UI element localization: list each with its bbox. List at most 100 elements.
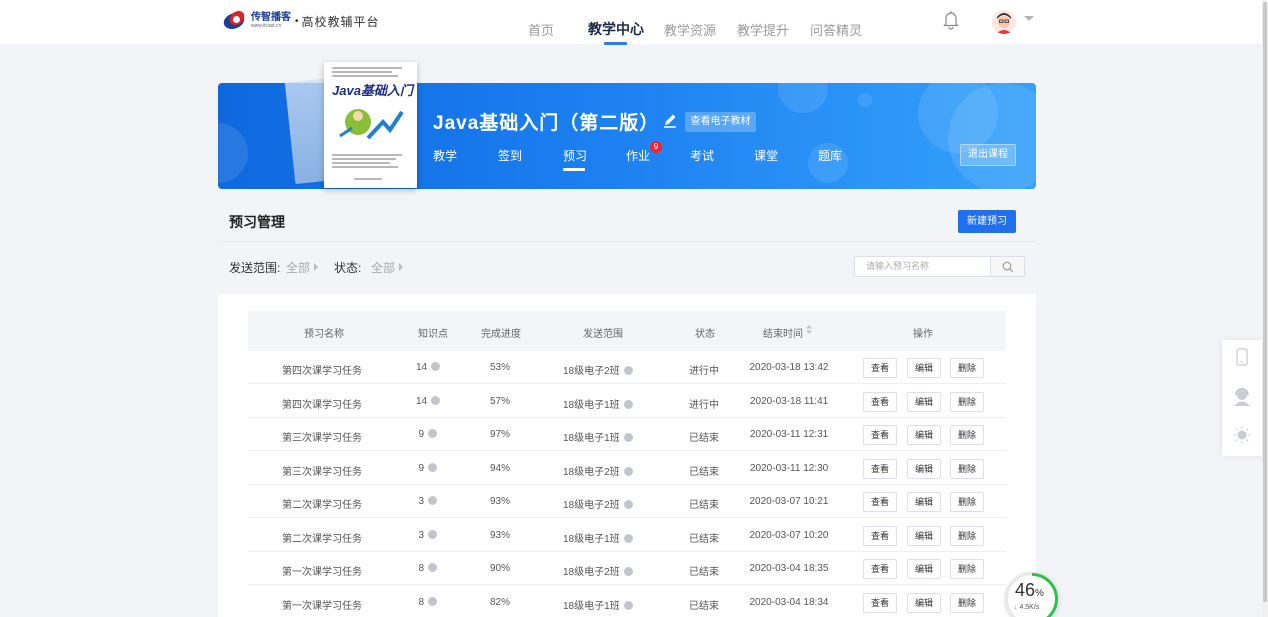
edit-button[interactable]: 编辑 bbox=[907, 358, 941, 378]
cell-points: 3 bbox=[419, 529, 438, 541]
cell-name-value: 第三次课学习任务 bbox=[282, 466, 362, 478]
phone-icon[interactable] bbox=[1236, 348, 1248, 366]
delete-button[interactable]: 删除 bbox=[950, 525, 984, 546]
view-button[interactable]: 查看 bbox=[863, 391, 897, 412]
divider bbox=[218, 241, 1036, 242]
column-header-status: 状态 bbox=[695, 329, 715, 340]
info-icon[interactable] bbox=[431, 395, 441, 405]
cell-name: 第四次课学习任务 bbox=[282, 362, 362, 377]
nav-teaching-center[interactable]: 教学中心 bbox=[588, 19, 644, 39]
nav-home[interactable]: 首页 bbox=[528, 20, 554, 39]
cell-progress: 94% bbox=[490, 463, 510, 474]
tab-checkin[interactable]: 签到 bbox=[498, 147, 522, 164]
chevron-right-icon[interactable] bbox=[314, 263, 318, 271]
speed-percent-unit: % bbox=[1035, 588, 1044, 599]
tab-classroom[interactable]: 课堂 bbox=[754, 147, 778, 164]
bell-icon[interactable] bbox=[943, 10, 959, 30]
info-icon[interactable] bbox=[623, 366, 633, 375]
column-header-end-time[interactable]: 结束时间 bbox=[763, 325, 803, 340]
delete-button[interactable]: 删除 bbox=[950, 592, 984, 613]
homework-badge: 9 bbox=[650, 141, 662, 153]
delete-button[interactable]: 删除 bbox=[950, 458, 984, 479]
view-button[interactable]: 查看 bbox=[863, 458, 897, 479]
info-icon[interactable] bbox=[428, 563, 438, 572]
view-button[interactable]: 查看 bbox=[863, 525, 897, 546]
info-icon[interactable] bbox=[623, 533, 633, 543]
idea-icon[interactable] bbox=[1233, 426, 1251, 444]
info-icon[interactable] bbox=[623, 466, 633, 476]
edit-icon[interactable] bbox=[662, 112, 678, 128]
edit-button[interactable]: 编辑 bbox=[907, 425, 941, 445]
search-input[interactable]: 请输入预习名称 bbox=[854, 256, 991, 277]
info-icon[interactable] bbox=[428, 462, 438, 472]
chevron-right-icon[interactable] bbox=[399, 263, 403, 271]
cell-scope: 18级电子2班 bbox=[563, 463, 633, 478]
view-button[interactable]: 查看 bbox=[863, 592, 897, 613]
nav-resources[interactable]: 教学资源 bbox=[664, 20, 716, 39]
logo[interactable]: 传智播客 www.itcast.cn • 高校教辅平台 bbox=[221, 11, 380, 31]
tab-exam[interactable]: 考试 bbox=[690, 147, 714, 164]
column-header-points: 知识点 bbox=[418, 329, 448, 340]
cell-points: 8 bbox=[418, 596, 438, 608]
info-icon[interactable] bbox=[623, 500, 633, 509]
edit-button[interactable]: 编辑 bbox=[907, 458, 941, 479]
view-button[interactable]: 查看 bbox=[863, 559, 897, 579]
delete-button[interactable]: 删除 bbox=[950, 358, 984, 378]
cell-status: 已结束 bbox=[689, 530, 719, 545]
info-icon[interactable] bbox=[623, 433, 633, 442]
info-icon[interactable] bbox=[428, 429, 438, 438]
tab-question-bank[interactable]: 题库 bbox=[818, 147, 842, 164]
cell-progress-value: 94% bbox=[490, 462, 511, 474]
scrollbar-thumb[interactable] bbox=[1263, 2, 1267, 602]
delete-button[interactable]: 删除 bbox=[950, 492, 984, 512]
cell-points-value: 9 bbox=[418, 462, 425, 474]
sort-icon[interactable] bbox=[805, 324, 813, 335]
cell-progress: 93% bbox=[490, 530, 510, 541]
support-icon[interactable] bbox=[1233, 388, 1251, 406]
nav-qa[interactable]: 问答精灵 bbox=[810, 20, 862, 39]
search-button[interactable] bbox=[990, 256, 1025, 277]
edit-button[interactable]: 编辑 bbox=[907, 525, 941, 546]
new-preview-button[interactable]: 新建预习 bbox=[958, 210, 1016, 233]
edit-button[interactable]: 编辑 bbox=[907, 559, 941, 579]
tab-active-indicator bbox=[563, 168, 585, 171]
view-button[interactable]: 查看 bbox=[863, 425, 897, 445]
info-icon[interactable] bbox=[428, 596, 438, 606]
tab-preview[interactable]: 预习 bbox=[563, 147, 587, 164]
tab-teaching[interactable]: 教学 bbox=[433, 147, 457, 164]
info-icon[interactable] bbox=[623, 600, 633, 610]
status-filter-select[interactable]: 全部 bbox=[371, 259, 395, 276]
scope-filter-select[interactable]: 全部 bbox=[286, 259, 310, 276]
avatar[interactable] bbox=[992, 10, 1016, 34]
column-header-progress: 完成进度 bbox=[481, 329, 521, 340]
cell-points-value: 8 bbox=[418, 596, 425, 608]
cell-end-value: 2020-03-04 18:35 bbox=[749, 563, 829, 574]
cell-end: 2020-03-11 12:30 bbox=[750, 463, 828, 474]
delete-button[interactable]: 删除 bbox=[950, 559, 984, 579]
delete-button[interactable]: 删除 bbox=[950, 391, 984, 412]
nav-improvement[interactable]: 教学提升 bbox=[737, 20, 789, 39]
cell-name: 第二次课学习任务 bbox=[282, 530, 362, 545]
info-icon[interactable] bbox=[623, 567, 633, 576]
info-icon[interactable] bbox=[428, 496, 438, 505]
exit-course-button[interactable]: 退出课程 bbox=[960, 144, 1016, 166]
view-button[interactable]: 查看 bbox=[863, 358, 897, 378]
tab-homework[interactable]: 作业 bbox=[626, 147, 650, 164]
book-cover-title: Java基础入门 bbox=[332, 83, 413, 98]
cell-name: 第一次课学习任务 bbox=[282, 597, 362, 612]
cell-status-value: 已结束 bbox=[689, 466, 719, 478]
cell-progress-value: 90% bbox=[490, 563, 511, 574]
chevron-down-icon[interactable] bbox=[1024, 16, 1034, 21]
cell-end: 2020-03-18 11:41 bbox=[750, 396, 828, 407]
edit-button[interactable]: 编辑 bbox=[907, 592, 941, 613]
info-icon[interactable] bbox=[623, 399, 633, 409]
cell-progress: 90% bbox=[490, 563, 510, 574]
edit-button[interactable]: 编辑 bbox=[907, 391, 941, 412]
cell-scope-value: 18级电子2班 bbox=[563, 500, 620, 511]
delete-button[interactable]: 删除 bbox=[950, 425, 984, 445]
edit-button[interactable]: 编辑 bbox=[907, 492, 941, 512]
info-icon[interactable] bbox=[431, 362, 441, 371]
info-icon[interactable] bbox=[428, 529, 438, 539]
view-button[interactable]: 查看 bbox=[863, 492, 897, 512]
view-ebook-button[interactable]: 查看电子教材 bbox=[685, 112, 756, 132]
